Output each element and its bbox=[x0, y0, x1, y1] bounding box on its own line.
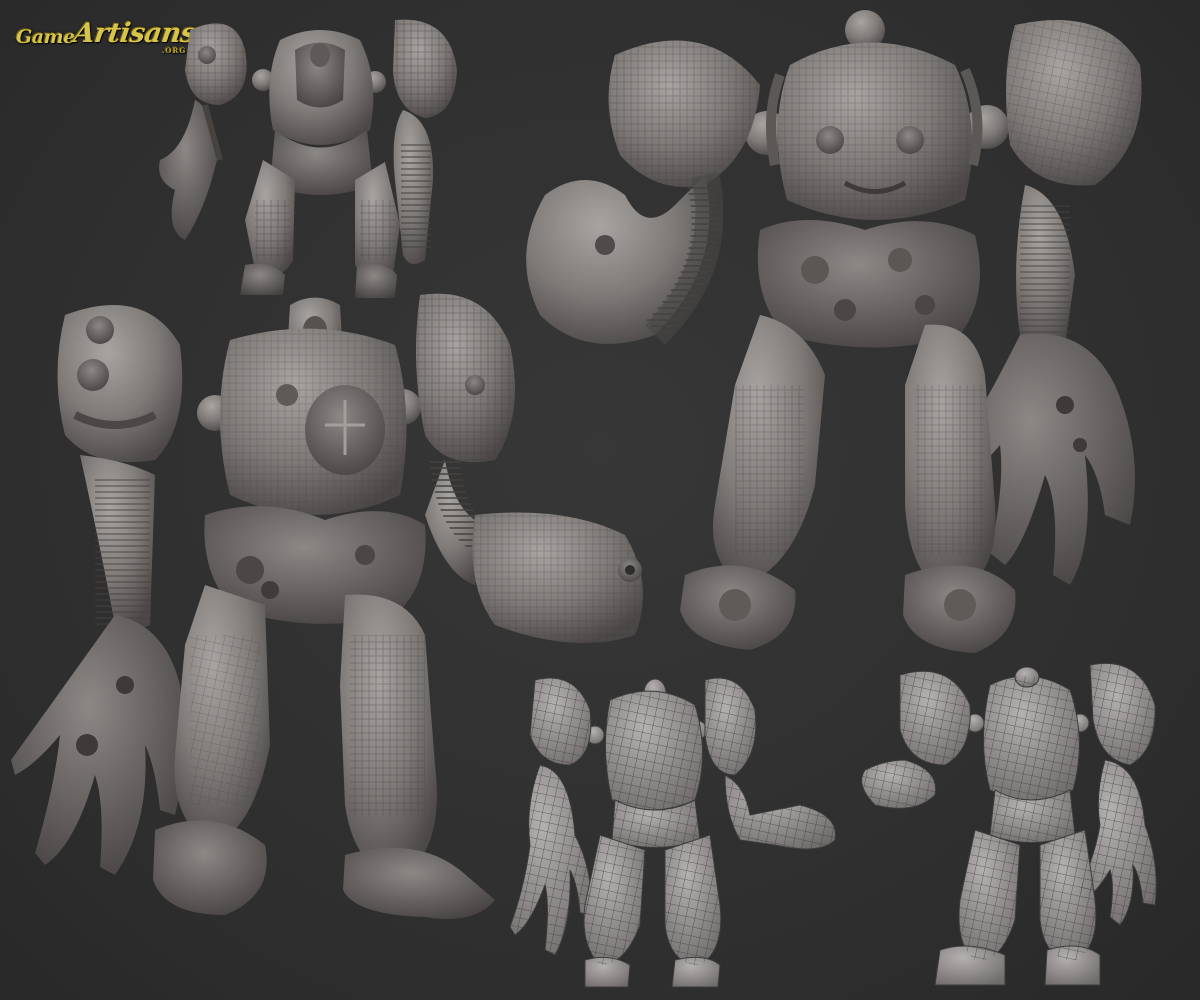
wireframe-back bbox=[855, 655, 1185, 995]
logo-word-game: Game bbox=[16, 26, 75, 48]
sculpt-small-front bbox=[145, 10, 475, 310]
wireframe-front bbox=[500, 665, 845, 995]
render-sheet: Game Artisans .ORG bbox=[0, 0, 1200, 1000]
